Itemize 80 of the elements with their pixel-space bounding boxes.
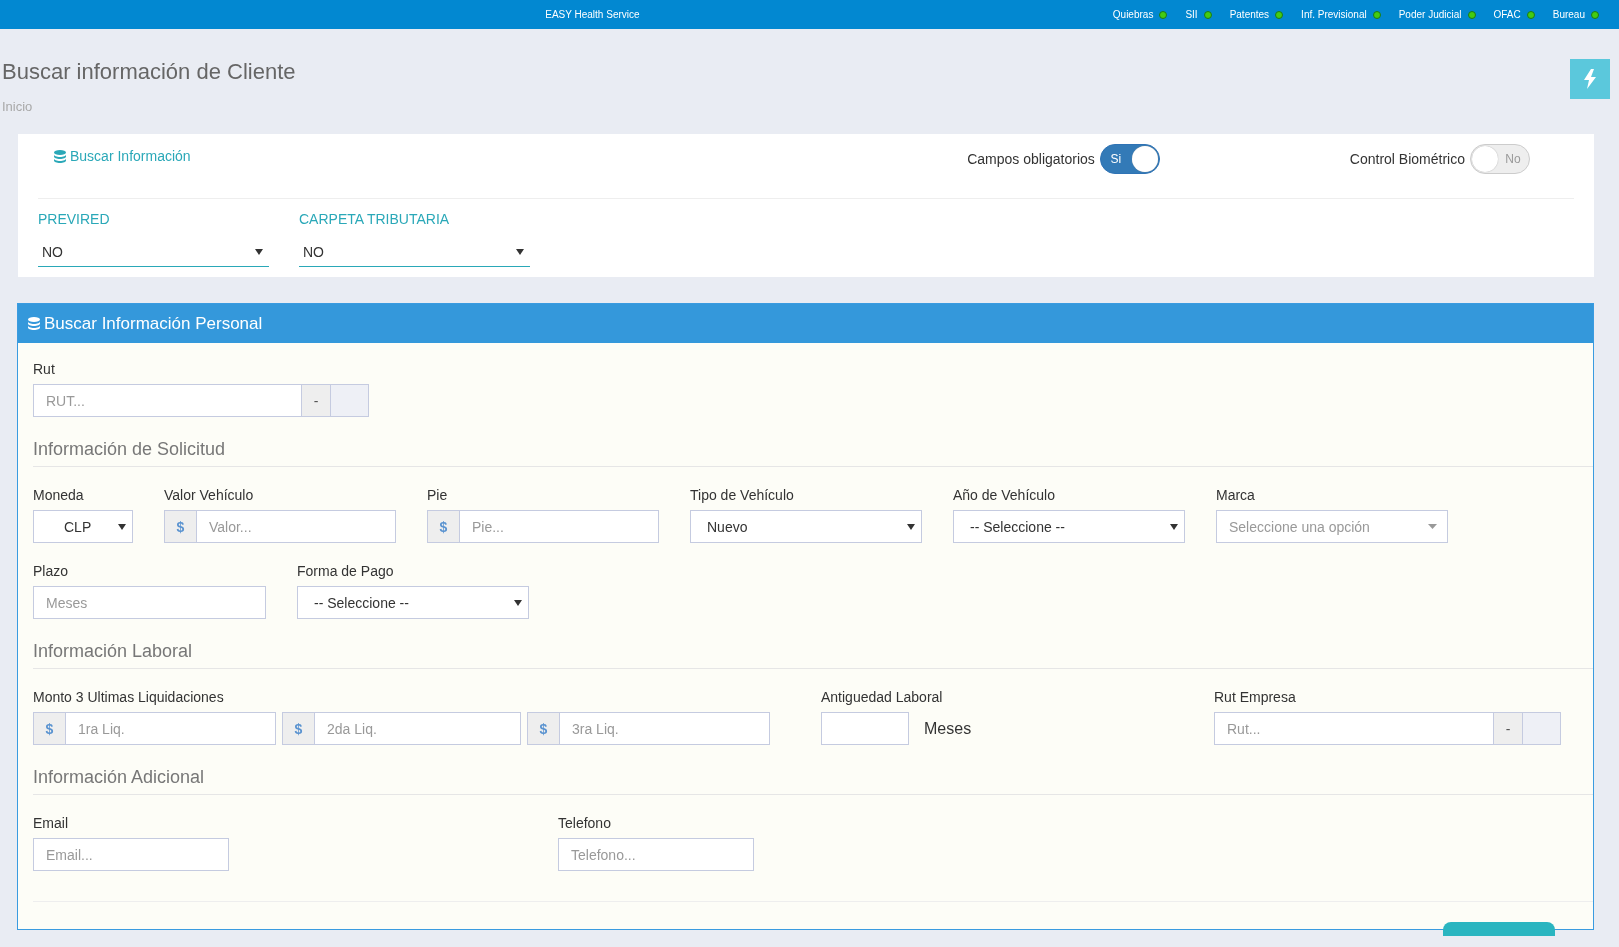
input-field[interactable]: Valor...	[197, 511, 395, 542]
select-field[interactable]: CLP	[33, 510, 133, 543]
currency-addon: $	[283, 713, 315, 744]
section-title: Información Laboral	[33, 619, 1593, 669]
caret-icon	[255, 248, 263, 255]
caret-icon	[118, 523, 126, 530]
field-label: Pie	[427, 487, 449, 503]
panel-title: Buscar Información Personal	[44, 313, 263, 334]
input-field[interactable]: RUT...	[34, 385, 301, 416]
section-title: Información Adicional	[33, 745, 1593, 795]
toggle-switch[interactable]: No	[1470, 144, 1530, 174]
field-label: Rut Empresa	[1214, 689, 1297, 705]
rut-group[interactable]: Rut... -	[1214, 712, 1561, 745]
select-field[interactable]: -- Seleccione --	[297, 586, 529, 619]
select-field[interactable]: NO	[299, 237, 530, 267]
service-label: OFAC	[1493, 9, 1521, 20]
toggle-switch[interactable]: Si	[1099, 144, 1160, 174]
input-group[interactable]: $ 3ra Liq.	[527, 712, 770, 745]
field-label: Monto 3 Ultimas Liquidaciones	[33, 689, 225, 705]
separator-addon: -	[1493, 713, 1522, 744]
input-field[interactable]: Email...	[34, 839, 228, 870]
field-label: Telefono	[558, 815, 612, 831]
app-title: EASY Health Service	[544, 9, 641, 20]
toggle-label: Control Biométrico	[1349, 151, 1465, 167]
select-field[interactable]: Nuevo	[690, 510, 922, 543]
input-field[interactable]: Rut...	[1215, 713, 1493, 744]
select-field[interactable]: Seleccione una opción	[1216, 510, 1448, 543]
input-group[interactable]: $ 2da Liq.	[282, 712, 521, 745]
currency-addon: $	[34, 713, 66, 744]
toggle-label: Campos obligatorios	[967, 151, 1095, 167]
input-field[interactable]: 3ra Liq.	[560, 713, 769, 744]
lightning-button[interactable]	[1570, 59, 1610, 99]
caret-icon	[907, 523, 915, 530]
currency-addon: $	[165, 511, 197, 542]
input-group[interactable]: $ Pie...	[427, 510, 659, 543]
input-field[interactable]: 1ra Liq.	[66, 713, 275, 744]
unit-label: Meses	[924, 719, 972, 738]
input-group[interactable]: $ 1ra Liq.	[33, 712, 276, 745]
select-field[interactable]: -- Seleccione --	[953, 510, 1185, 543]
caret-icon	[1428, 524, 1437, 529]
field-label: Tipo de Vehículo	[690, 487, 795, 503]
service-label: Bureau	[1552, 9, 1585, 20]
service-label: SII	[1185, 9, 1198, 20]
field-label: Plazo	[33, 563, 70, 579]
check-digit-field[interactable]	[330, 385, 368, 416]
service-label: Quiebras	[1112, 9, 1154, 20]
field-label: Forma de Pago	[297, 563, 395, 579]
field-label: Rut	[33, 361, 56, 377]
input-group[interactable]: $ Valor...	[164, 510, 396, 543]
caret-icon	[516, 248, 524, 255]
database-icon	[28, 317, 40, 330]
field-label: Moneda	[33, 487, 85, 503]
field-label: Email	[33, 815, 69, 831]
field-label: Año de Vehículo	[953, 487, 1056, 503]
action-button[interactable]	[1443, 922, 1555, 936]
input-field[interactable]: Pie...	[460, 511, 658, 542]
select-field[interactable]: NO	[38, 237, 269, 267]
field-label: CARPETA TRIBUTARIA	[299, 211, 451, 227]
search-info-link[interactable]: Buscar Información	[54, 148, 968, 164]
currency-addon: $	[528, 713, 560, 744]
page-title: Buscar información de Cliente	[2, 59, 296, 85]
input-field[interactable]: Meses	[34, 587, 265, 618]
field-label: Valor Vehículo	[164, 487, 255, 503]
service-label: Patentes	[1229, 9, 1270, 20]
service-label: Inf. Previsional	[1301, 9, 1367, 20]
field-label: Antiguedad Laboral	[821, 689, 944, 705]
section-title: Información de Solicitud	[33, 417, 1593, 467]
input-field[interactable]: Telefono...	[559, 839, 753, 870]
check-digit-field[interactable]	[1522, 713, 1560, 744]
field-label: PREVIRED	[38, 211, 111, 227]
currency-addon: $	[428, 511, 460, 542]
field-label: Marca	[1216, 487, 1256, 503]
database-icon	[54, 149, 66, 163]
service-label: Poder Judicial	[1398, 9, 1462, 20]
separator-addon: -	[301, 385, 330, 416]
caret-icon	[1170, 523, 1178, 530]
rut-group[interactable]: RUT... -	[33, 384, 369, 417]
input-field[interactable]: 2da Liq.	[315, 713, 520, 744]
lightning-icon	[1584, 69, 1596, 89]
caret-icon	[514, 599, 522, 606]
